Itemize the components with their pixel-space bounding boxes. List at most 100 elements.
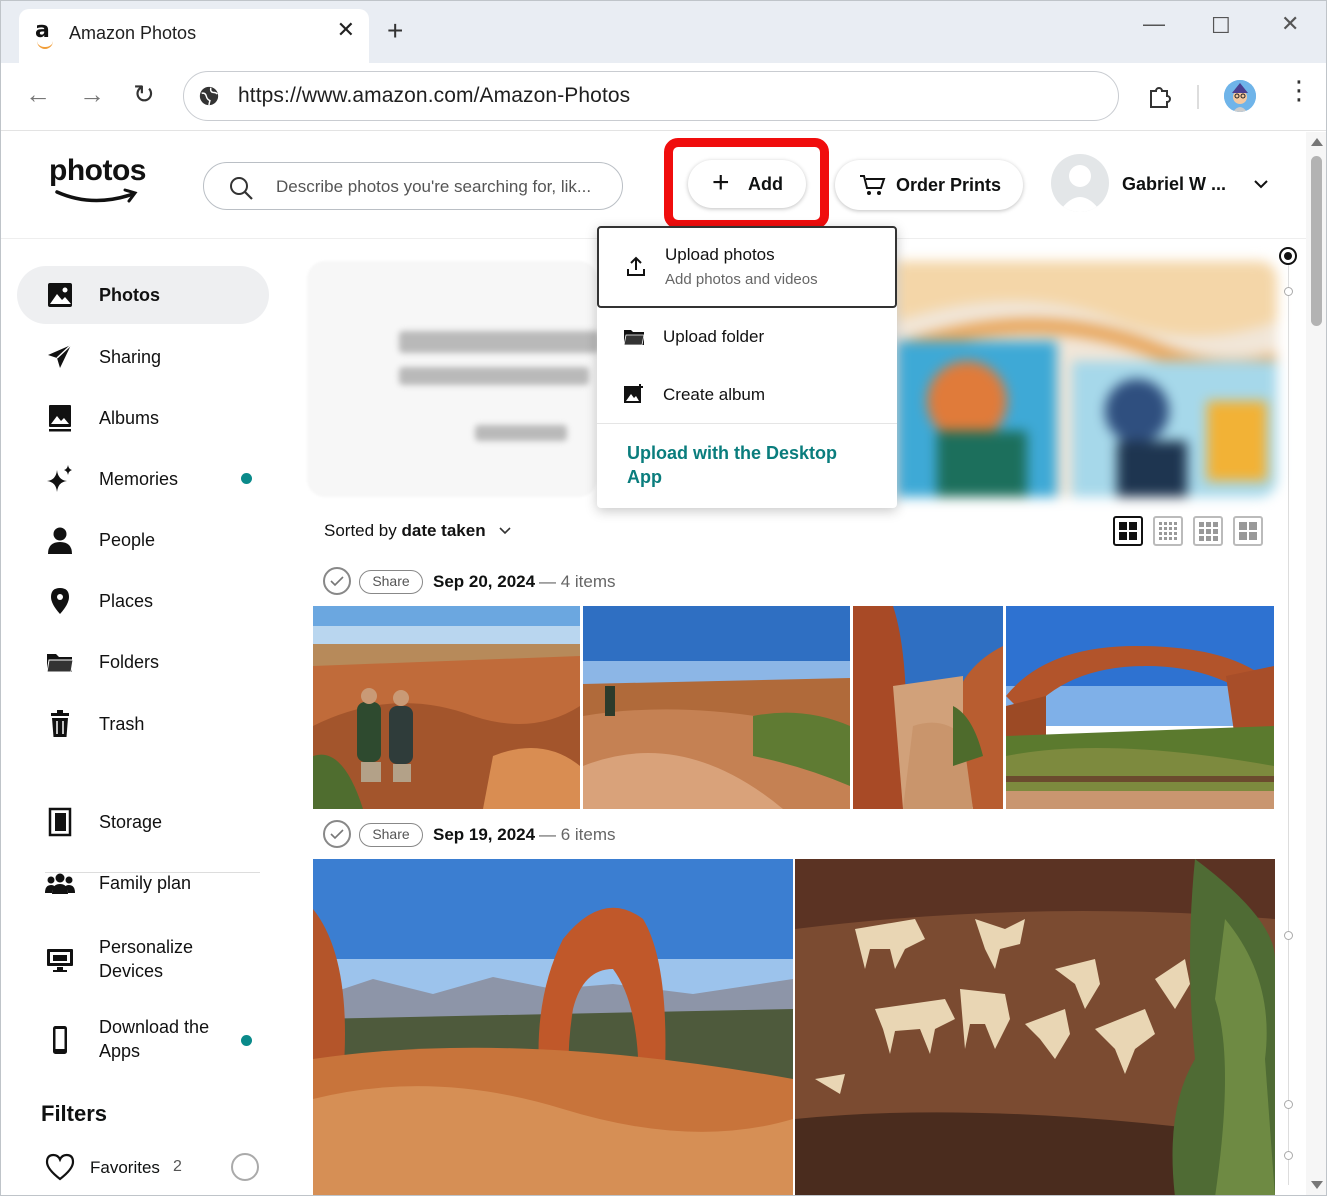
timeline-marker[interactable] — [1284, 1151, 1293, 1160]
url-text: https://www.amazon.com/Amazon-Photos — [238, 84, 631, 107]
storage-icon — [48, 807, 72, 837]
reload-button[interactable]: ↻ — [133, 81, 155, 107]
timeline-current-marker[interactable] — [1281, 249, 1295, 263]
search-icon — [230, 177, 253, 200]
memories-banner-card[interactable] — [307, 261, 599, 497]
large-grid-view-icon[interactable] — [1113, 516, 1143, 546]
amazon-smile-icon — [55, 188, 138, 203]
browser-menu-button[interactable]: ⋮ — [1286, 77, 1312, 103]
scroll-up-arrow-icon[interactable] — [1311, 138, 1323, 146]
order-prints-button[interactable]: Order Prints — [835, 160, 1023, 210]
scroll-down-arrow-icon[interactable] — [1311, 1181, 1323, 1189]
create-album-item[interactable]: Create album — [597, 366, 897, 422]
desktop-app-link[interactable]: Upload with the Desktop App — [627, 441, 867, 489]
tab-amazon-photos[interactable]: a Amazon Photos ✕ — [19, 9, 369, 63]
folder-icon — [623, 330, 645, 346]
sidebar-item-storage[interactable]: Storage — [17, 793, 269, 851]
sort-control[interactable]: Sorted by date taken — [324, 521, 512, 541]
upload-folder-item[interactable]: Upload folder — [597, 310, 897, 366]
select-group-checkbox[interactable] — [323, 567, 351, 595]
amazon-photos-logo[interactable]: photos — [49, 154, 149, 210]
sidebar-item-places[interactable]: Places — [17, 572, 269, 630]
sidebar-item-download-apps[interactable]: Download the Apps — [17, 1007, 269, 1073]
phone-icon — [53, 1026, 67, 1054]
sidebar: Photos Sharing Albums Memories People Pl… — [1, 239, 291, 1195]
memories-banner-image[interactable] — [897, 261, 1277, 497]
photo-thumbnail[interactable] — [583, 606, 850, 809]
new-tab-button[interactable]: + — [387, 17, 403, 45]
select-group-checkbox[interactable] — [323, 820, 351, 848]
photos-icon — [48, 283, 72, 307]
photo-thumbnail[interactable] — [1006, 606, 1274, 809]
share-group-button[interactable]: Share — [359, 570, 423, 594]
favorites-toggle[interactable] — [231, 1153, 259, 1181]
filter-favorites[interactable]: Favorites 2 — [45, 1149, 265, 1183]
tab-close-icon[interactable]: ✕ — [337, 19, 355, 41]
sort-value: date taken — [401, 521, 486, 540]
sidebar-item-trash[interactable]: Trash — [17, 695, 269, 753]
globe-icon — [199, 86, 219, 106]
sidebar-item-label: Download the Apps — [99, 1017, 210, 1061]
page-scrollbar[interactable] — [1306, 132, 1326, 1195]
cart-icon — [860, 175, 886, 195]
date-group-header: Share Sep 19, 2024 — 6 items — [323, 820, 823, 850]
chevron-down-icon[interactable] — [1253, 176, 1269, 192]
blurred-button — [475, 425, 567, 441]
sidebar-item-photos[interactable]: Photos — [17, 266, 269, 324]
photo-thumbnail[interactable] — [853, 606, 1003, 809]
small-grid-view-icon[interactable] — [1233, 516, 1263, 546]
sidebar-item-label: Folders — [99, 652, 160, 672]
logo-text: photos — [49, 154, 146, 187]
user-name[interactable]: Gabriel W ... — [1122, 174, 1226, 195]
group-count: — 4 items — [539, 572, 616, 591]
order-prints-label: Order Prints — [896, 175, 1002, 195]
new-indicator-dot — [241, 473, 252, 484]
back-button[interactable]: ← — [25, 81, 51, 107]
share-group-button[interactable]: Share — [359, 823, 423, 847]
group-count: — 6 items — [539, 825, 616, 844]
timeline-marker[interactable] — [1284, 931, 1293, 940]
browser-profile-avatar[interactable] — [1224, 80, 1256, 112]
blurred-subtitle — [399, 367, 589, 385]
location-pin-icon — [51, 588, 69, 614]
timeline-marker[interactable] — [1284, 1100, 1293, 1109]
dense-grid-view-icon[interactable] — [1153, 516, 1183, 546]
create-album-label: Create album — [663, 385, 766, 404]
toolbar-divider — [1197, 85, 1199, 109]
amazon-photos-app: photos Describe photos you're searching … — [1, 132, 1326, 1195]
sidebar-item-people[interactable]: People — [17, 511, 269, 569]
folder-icon — [46, 654, 74, 673]
sparkle-icon — [47, 465, 72, 492]
sidebar-item-label: Sharing — [99, 347, 162, 367]
upload-photos-item[interactable]: Upload photos Add photos and videos — [597, 226, 897, 308]
sidebar-item-sharing[interactable]: Sharing — [17, 328, 269, 386]
timeline-track[interactable] — [1288, 255, 1289, 1185]
family-icon — [45, 873, 75, 894]
dropdown-divider — [597, 423, 897, 424]
extensions-icon[interactable] — [1147, 83, 1173, 109]
photo-search-input[interactable]: Describe photos you're searching for, li… — [203, 162, 623, 210]
scroll-thumb[interactable] — [1311, 156, 1322, 326]
sidebar-item-label: Family plan — [99, 873, 192, 893]
minimize-button[interactable]: — — [1143, 11, 1165, 37]
sidebar-item-label: Memories — [99, 469, 179, 489]
forward-button[interactable]: → — [79, 81, 105, 107]
sidebar-item-personalize-devices[interactable]: Personalize Devices — [17, 927, 269, 993]
sidebar-item-albums[interactable]: Albums — [17, 389, 269, 447]
photo-thumbnail[interactable] — [313, 606, 580, 809]
sidebar-item-folders[interactable]: Folders — [17, 633, 269, 691]
new-indicator-dot — [241, 1035, 252, 1046]
user-avatar[interactable] — [1051, 154, 1109, 212]
maximize-button[interactable]: ☐ — [1211, 13, 1231, 39]
photo-thumbnail[interactable] — [795, 859, 1275, 1195]
add-dropdown-menu: Upload photos Add photos and videos Uplo… — [597, 226, 897, 508]
upload-photos-label: Upload photos — [665, 245, 775, 264]
url-field[interactable]: https://www.amazon.com/Amazon-Photos — [183, 71, 1119, 121]
sidebar-item-family-plan[interactable]: Family plan — [17, 854, 269, 912]
sidebar-item-memories[interactable]: Memories — [17, 450, 269, 508]
photo-thumbnail[interactable] — [313, 859, 793, 1195]
timeline-marker[interactable] — [1284, 287, 1293, 296]
close-window-button[interactable]: ✕ — [1281, 11, 1299, 37]
amazon-favicon-icon: a — [35, 20, 57, 49]
medium-grid-view-icon[interactable] — [1193, 516, 1223, 546]
